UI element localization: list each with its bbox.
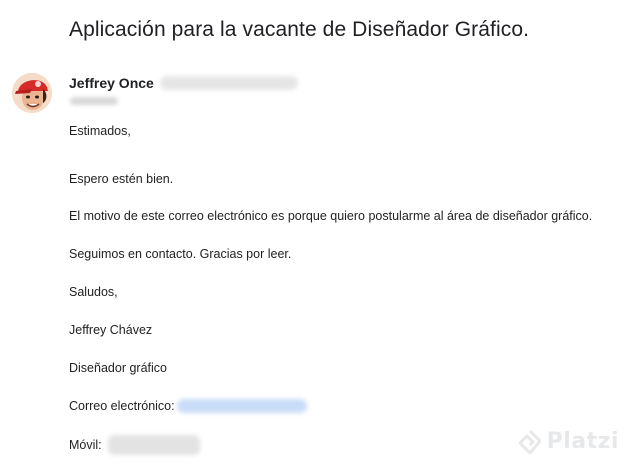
sender-name[interactable]: Jeffrey Once <box>69 75 154 91</box>
body-closing: Saludos, <box>69 285 118 299</box>
email-subject: Aplicación para la vacante de Diseñador … <box>69 18 530 41</box>
avatar-icon <box>12 73 52 113</box>
signature-name: Jeffrey Chávez <box>69 323 153 337</box>
sender-avatar[interactable] <box>12 73 52 113</box>
watermark-text: Platzi <box>546 429 619 454</box>
signature-email-row: Correo electrónico: <box>69 399 307 413</box>
body-line-1: Espero estén bien. <box>69 172 174 186</box>
platzi-watermark: Platzi <box>518 429 619 454</box>
sender-header: Jeffrey Once <box>69 74 298 92</box>
body-line-2: El motivo de este correo electrónico es … <box>69 209 593 223</box>
recipient-redacted <box>70 97 118 105</box>
signature-phone-row: Móvil: <box>69 435 200 455</box>
sender-email-redacted <box>159 76 298 90</box>
body-line-3: Seguimos en contacto. Gracias por leer. <box>69 247 292 261</box>
signature-phone-redacted <box>107 435 200 455</box>
signature-phone-label: Móvil: <box>69 438 102 452</box>
signature-email-label: Correo electrónico: <box>69 399 175 413</box>
signature-email-link-redacted[interactable] <box>176 399 307 413</box>
platzi-logo-icon <box>518 429 541 454</box>
signature-title: Diseñador gráfico <box>69 361 167 375</box>
body-greeting: Estimados, <box>69 124 131 138</box>
